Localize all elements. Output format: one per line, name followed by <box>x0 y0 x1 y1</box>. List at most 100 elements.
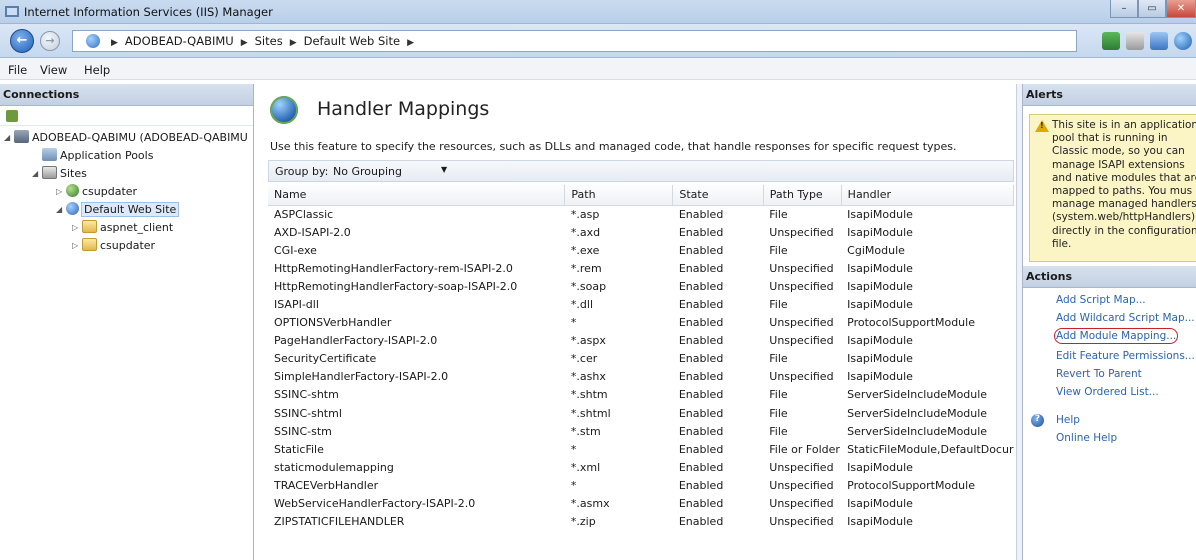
cell-path-type: File or Folder <box>769 442 840 456</box>
table-row[interactable]: SSINC-shtm *.shtm Enabled File ServerSideInc… <box>268 386 1014 404</box>
alerts-header: Alerts <box>1023 84 1196 106</box>
column-header-path-type[interactable]: Path Type <box>763 185 842 206</box>
cell-handler: IsapiModule <box>847 279 913 293</box>
menu-bar: File View Help <box>0 58 1196 80</box>
cell-handler: ServerSideIncludeModule <box>847 406 988 420</box>
cell-path: *.exe <box>570 243 600 257</box>
tree-item-server[interactable]: ◢ ADOBEAD-QABIMU (ADOBEAD-QABIMU <box>4 130 248 146</box>
breadcrumb-item-default-web-site[interactable]: Default Web Site <box>304 34 400 48</box>
action-revert-to-parent[interactable]: Revert To Parent <box>1056 368 1142 380</box>
collapse-arrow-icon[interactable]: ◢ <box>4 133 14 142</box>
action-add-wildcard-script-map[interactable]: Add Wildcard Script Map... <box>1056 312 1195 324</box>
breadcrumb-item-server[interactable]: ADOBEAD-QABIMU <box>125 34 234 48</box>
table-row[interactable]: ZIPSTATICFILEHANDLER *.zip Enabled Unspecif… <box>268 513 1014 531</box>
table-row[interactable]: AXD-ISAPI-2.0 *.axd Enabled Unspecified Isap… <box>268 223 1014 241</box>
alert-line: manage managed handlers <box>1052 198 1196 211</box>
table-row[interactable]: SSINC-stm *.stm Enabled File ServerSideInclu… <box>268 422 1014 440</box>
help-globe-icon[interactable] <box>1174 32 1192 50</box>
cell-path-type: File <box>769 388 788 402</box>
table-row[interactable]: StaticFile * Enabled File or Folder StaticFi… <box>268 440 1014 458</box>
table-row[interactable]: WebServiceHandlerFactory-ISAPI-2.0 *.asmx… <box>268 495 1014 513</box>
home-icon[interactable] <box>1150 32 1168 50</box>
table-row[interactable]: SSINC-shtml *.shtml Enabled File ServerSideI… <box>268 404 1014 422</box>
dropdown-arrow-icon[interactable]: ▼ <box>441 165 447 174</box>
address-tools <box>1102 32 1192 50</box>
tree-item-application-pools[interactable]: Application Pools <box>42 148 153 164</box>
action-edit-feature-permissions[interactable]: Edit Feature Permissions... <box>1056 350 1195 362</box>
breadcrumb-separator: ▶ <box>111 38 118 48</box>
connections-panel: Connections ◢ ADOBEAD-QABIMU (ADOBEAD-QAB… <box>0 84 254 560</box>
close-button[interactable]: ✕ <box>1166 0 1196 18</box>
alert-line: This site is in an application <box>1052 119 1196 131</box>
cell-name: SSINC-stm <box>274 424 332 438</box>
cell-handler: StaticFileModule,DefaultDocur <box>847 442 1014 456</box>
expand-arrow-icon[interactable]: ▷ <box>56 187 66 196</box>
cell-handler: IsapiModule <box>847 370 913 384</box>
cell-path-type: Unspecified <box>769 370 834 384</box>
breadcrumb-item-sites[interactable]: Sites <box>255 34 283 48</box>
tree-item-label: aspnet_client <box>100 221 174 234</box>
menu-view[interactable]: View <box>40 63 67 77</box>
stop-icon[interactable] <box>1126 32 1144 50</box>
alert-text: This site is in an application pool that … <box>1052 119 1196 251</box>
table-row[interactable]: SimpleHandlerFactory-ISAPI-2.0 *.ashx Enab… <box>268 368 1014 386</box>
table-row[interactable]: SecurityCertificate *.cer Enabled File Isapi… <box>268 350 1014 368</box>
connect-icon[interactable] <box>1102 32 1120 50</box>
alert-line: manage ISAPI extensions <box>1052 158 1185 171</box>
cell-path: *.aspx <box>570 334 606 348</box>
expand-arrow-icon[interactable]: ▷ <box>72 241 82 250</box>
cell-handler: IsapiModule <box>847 298 913 312</box>
column-header-handler[interactable]: Handler <box>841 185 1015 206</box>
action-view-ordered-list[interactable]: View Ordered List... <box>1056 386 1159 398</box>
tree-item-aspnet-client[interactable]: ▷ aspnet_client <box>72 220 173 236</box>
group-by-select[interactable]: No Grouping <box>333 165 402 178</box>
back-button[interactable]: ← <box>10 29 34 53</box>
cell-state: Enabled <box>678 279 724 293</box>
expand-arrow-icon[interactable]: ▷ <box>72 223 82 232</box>
group-by-label: Group by: <box>275 165 329 178</box>
cell-state: Enabled <box>678 442 724 456</box>
cell-handler: ProtocolSupportModule <box>847 478 975 492</box>
collapse-arrow-icon[interactable]: ◢ <box>32 169 42 178</box>
column-header-state[interactable]: State <box>672 185 764 206</box>
column-header-name[interactable]: Name <box>268 185 566 206</box>
cell-path: *.soap <box>570 279 607 293</box>
menu-file[interactable]: File <box>8 63 27 77</box>
create-connection-icon[interactable] <box>6 110 18 122</box>
forward-button[interactable]: → <box>40 31 60 51</box>
table-row[interactable]: staticmodulemapping *.xml Enabled Unspecifi… <box>268 458 1014 476</box>
action-add-script-map[interactable]: Add Script Map... <box>1056 294 1146 306</box>
tree-item-sites[interactable]: ◢ Sites <box>32 166 87 182</box>
table-row[interactable]: HttpRemotingHandlerFactory-soap-ISAPI-2.… <box>268 277 1014 295</box>
table-row[interactable]: ASPClassic *.asp Enabled File IsapiModule <box>268 205 1014 223</box>
tree-item-default-web-site[interactable]: ◢ Default Web Site <box>56 202 180 218</box>
collapse-arrow-icon[interactable]: ◢ <box>56 205 66 214</box>
connections-header: Connections <box>0 84 253 106</box>
table-header-row: Name Path State Path Type Handler <box>268 185 1015 206</box>
window-controls: – ▭ ✕ <box>1110 0 1196 18</box>
cell-path: * <box>570 478 577 492</box>
table-row[interactable]: ISAPI-dll *.dll Enabled File IsapiModule <box>268 295 1014 313</box>
action-add-module-mapping[interactable]: Add Module Mapping... <box>1053 328 1179 344</box>
table-row[interactable]: OPTIONSVerbHandler * Enabled Unspecified Pro… <box>268 314 1014 332</box>
table-row[interactable]: CGI-exe *.exe Enabled File CgiModule <box>268 241 1014 259</box>
actions-panel: Alerts ! This site is in an application p… <box>1022 84 1196 560</box>
table-row[interactable]: TRACEVerbHandler * Enabled Unspecified Proto… <box>268 476 1014 494</box>
breadcrumb-items: ▶ ADOBEAD-QABIMU ▶ Sites ▶ Default Web Site ▶ <box>104 34 421 48</box>
action-help[interactable]: Help <box>1056 414 1080 426</box>
cell-path-type: Unspecified <box>769 515 834 529</box>
window-title: Internet Information Services (IIS) Mana… <box>24 5 273 19</box>
menu-help[interactable]: Help <box>84 63 110 77</box>
alert-line: and native modules that are <box>1052 171 1196 184</box>
table-row[interactable]: PageHandlerFactory-ISAPI-2.0 *.aspx Enable… <box>268 332 1014 350</box>
column-header-path[interactable]: Path <box>564 185 674 206</box>
cell-path: *.cer <box>570 352 598 366</box>
tree-item-csupdater-folder[interactable]: ▷ csupdater <box>72 238 155 254</box>
action-online-help[interactable]: Online Help <box>1056 432 1117 444</box>
maximize-button[interactable]: ▭ <box>1138 0 1166 18</box>
table-row[interactable]: HttpRemotingHandlerFactory-rem-ISAPI-2.0… <box>268 259 1014 277</box>
tree-item-site-csupdater[interactable]: ▷ csupdater <box>56 184 137 200</box>
site-globe-icon <box>66 202 79 215</box>
application-pools-icon <box>42 148 57 161</box>
minimize-button[interactable]: – <box>1110 0 1138 18</box>
